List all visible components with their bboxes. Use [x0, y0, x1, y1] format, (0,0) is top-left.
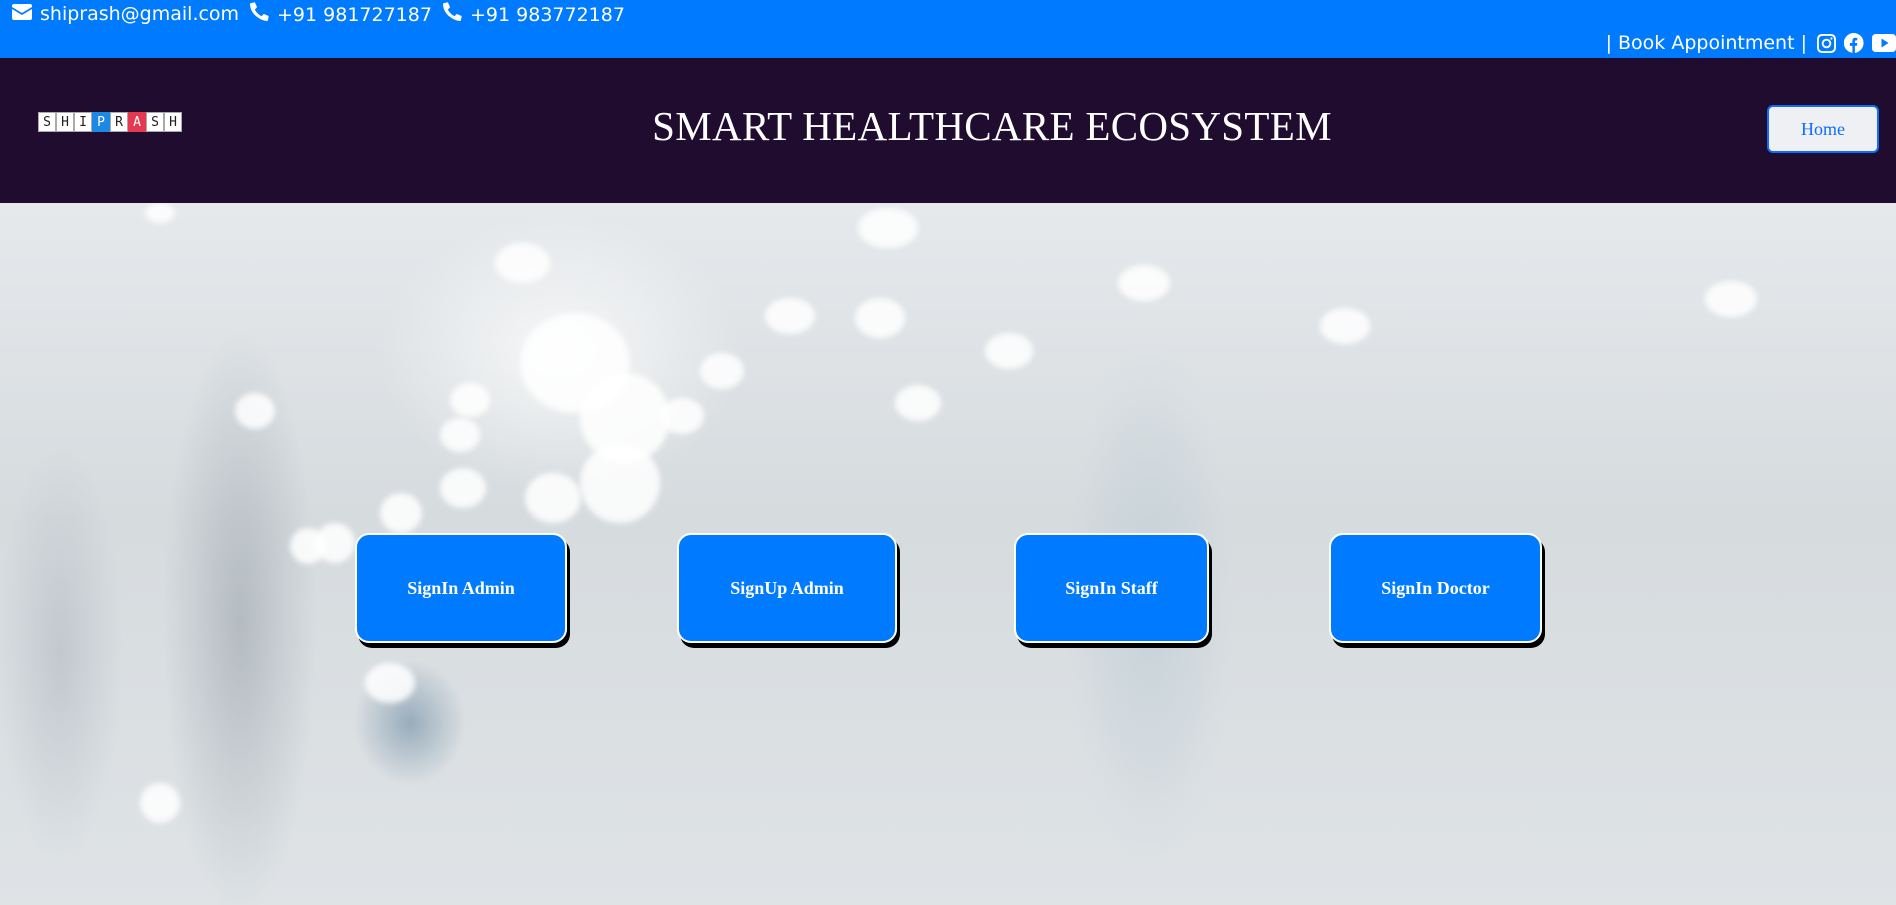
social-links	[1817, 33, 1896, 53]
background-light	[858, 208, 918, 248]
phone-text-1: +91 981727187	[277, 3, 432, 26]
instagram-icon[interactable]	[1817, 33, 1836, 53]
background-light	[140, 783, 180, 823]
email-text: shiprash@gmail.com	[40, 3, 240, 25]
hero-section: SignIn Admin SignUp Admin SignIn Staff S…	[0, 203, 1896, 905]
background-light	[985, 333, 1033, 369]
signin-staff-button[interactable]: SignIn Staff	[1014, 533, 1209, 643]
background-light	[1705, 281, 1757, 317]
background-light	[145, 203, 175, 223]
background-light	[380, 493, 422, 533]
top-contact-bar: shiprash@gmail.com +91 981727187 +91 983…	[0, 0, 1896, 58]
phone-icon	[443, 2, 462, 27]
site-header: S H I P R A S H SMART HEALTHCARE ECOSYST…	[0, 58, 1896, 203]
background-light	[1118, 265, 1170, 301]
signin-doctor-button[interactable]: SignIn Doctor	[1329, 533, 1542, 643]
background-light	[440, 418, 480, 452]
top-links: | Book Appointment |	[1606, 31, 1896, 55]
background-light	[765, 298, 815, 334]
background-light	[290, 528, 326, 564]
background-light	[440, 468, 486, 508]
background-light	[495, 243, 550, 283]
phone-icon	[250, 2, 269, 27]
background-light	[700, 353, 744, 389]
signin-admin-button[interactable]: SignIn Admin	[355, 533, 567, 643]
phone-text-2: +91 983772187	[470, 3, 625, 26]
background-light	[660, 398, 704, 434]
phone-contact-2[interactable]: +91 983772187	[443, 2, 625, 27]
background-light	[365, 663, 415, 703]
page-title: SMART HEALTHCARE ECOSYSTEM	[652, 103, 1332, 149]
background-light	[855, 298, 905, 338]
envelope-icon	[12, 2, 32, 26]
phone-contact-1[interactable]: +91 981727187	[250, 2, 432, 27]
background-light	[1320, 308, 1370, 344]
background-light	[235, 393, 275, 429]
background-light	[450, 383, 490, 417]
youtube-icon[interactable]	[1872, 34, 1896, 52]
home-button[interactable]: Home	[1767, 105, 1879, 153]
signup-admin-button[interactable]: SignUp Admin	[677, 533, 897, 643]
book-appointment-link[interactable]: | Book Appointment |	[1606, 31, 1807, 55]
facebook-icon[interactable]	[1844, 33, 1864, 53]
background-light	[580, 443, 660, 523]
email-contact[interactable]: shiprash@gmail.com	[12, 2, 239, 26]
background-light	[895, 385, 941, 421]
background-light	[525, 473, 581, 523]
